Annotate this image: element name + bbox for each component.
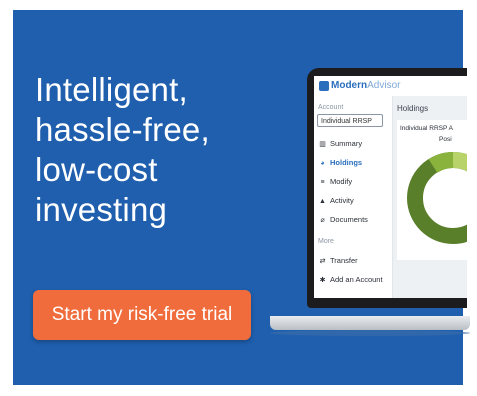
start-trial-button[interactable]: Start my risk-free trial — [33, 290, 251, 340]
account-label: Account — [318, 104, 344, 111]
bell-icon: ▲ — [319, 198, 326, 205]
sidebar-item-label: Activity — [330, 196, 354, 205]
sidebar-item-label: Add an Account — [330, 275, 383, 284]
sidebar-item-modify[interactable]: ≡ Modify — [318, 176, 352, 188]
bar-chart-icon: ▥ — [319, 141, 326, 148]
sidebar-item-label: Documents — [330, 215, 368, 224]
sidebar-item-holdings[interactable]: ◕ Holdings — [318, 157, 362, 169]
transfer-icon: ⇄ — [319, 258, 326, 265]
sliders-icon: ≡ — [320, 179, 325, 186]
laptop-shadow — [270, 330, 470, 336]
headline: Intelligent, hassle-free, low-cost inves… — [35, 70, 210, 230]
sidebar: Account Individual RRSP ▥ Summary ◕ Holdin… — [314, 96, 393, 298]
asterisk-icon: ✱ — [319, 277, 326, 284]
card-subtitle: Posi — [439, 136, 452, 143]
sidebar-item-label: Summary — [330, 139, 363, 148]
holdings-card: Individual RRSP A Posi — [397, 120, 467, 260]
sidebar-item-label: Holdings — [330, 158, 363, 167]
app-header: ModernAdvisor — [314, 76, 467, 97]
sidebar-item-label: Transfer — [330, 256, 358, 265]
holdings-donut-chart — [407, 151, 467, 244]
donut-segment — [452, 151, 467, 172]
sidebar-item-transfer[interactable]: ⇄ Transfer — [318, 255, 358, 267]
headline-line: hassle-free, — [35, 111, 210, 148]
sidebar-item-label: Modify — [330, 177, 353, 186]
donut-segment — [407, 152, 467, 244]
account-select[interactable]: Individual RRSP — [317, 114, 383, 127]
laptop-base — [270, 316, 470, 330]
page-title: Holdings — [397, 104, 429, 113]
laptop-bezel: ModernAdvisor Account Individual RRSP ▥ S… — [307, 68, 467, 308]
attachment-icon: ⌀ — [320, 217, 325, 224]
pie-chart-icon: ◕ — [320, 160, 325, 167]
modern-advisor-logo-icon — [319, 81, 329, 91]
headline-line: investing — [35, 191, 168, 228]
sidebar-item-summary[interactable]: ▥ Summary — [318, 138, 362, 150]
card-title: Individual RRSP A — [400, 125, 453, 132]
sidebar-item-add-account[interactable]: ✱ Add an Account — [318, 274, 383, 286]
laptop-screen: ModernAdvisor Account Individual RRSP ▥ S… — [314, 76, 467, 298]
headline-line: Intelligent, — [35, 71, 188, 108]
brand-logo: ModernAdvisor — [331, 80, 401, 91]
sidebar-item-activity[interactable]: ▲ Activity — [318, 195, 354, 207]
donut-segment — [428, 152, 454, 173]
more-label: More — [318, 238, 334, 245]
headline-line: low-cost — [35, 151, 158, 188]
sidebar-item-documents[interactable]: ⌀ Documents — [318, 214, 368, 226]
laptop-mockup: ModernAdvisor Account Individual RRSP ▥ S… — [307, 68, 467, 328]
main-panel: Holdings Individual RRSP A Posi — [393, 96, 467, 298]
